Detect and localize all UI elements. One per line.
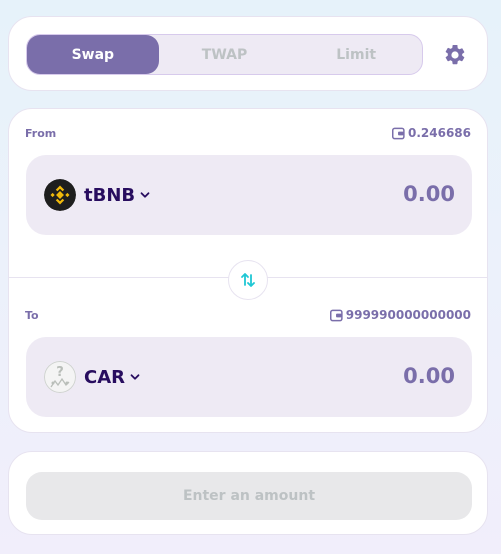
enter-amount-button[interactable]: Enter an amount: [26, 472, 472, 520]
tab-swap[interactable]: Swap: [27, 35, 159, 74]
to-amount-input[interactable]: 0.00: [403, 364, 455, 388]
switch-tokens-button[interactable]: [228, 260, 268, 300]
order-type-card: Swap TWAP Limit: [8, 16, 488, 91]
wallet-icon: [329, 309, 343, 321]
swap-card: From 0.246686 tBNB 0.00 To 9999900000000…: [8, 108, 488, 433]
from-input-box[interactable]: tBNB 0.00: [26, 155, 472, 235]
wallet-icon: [391, 127, 405, 139]
swap-arrows-icon: [241, 273, 255, 287]
chevron-down-icon: [130, 374, 140, 380]
tab-twap[interactable]: TWAP: [159, 35, 291, 74]
to-token-select[interactable]: ? CAR: [44, 361, 141, 393]
from-balance-value: 0.246686: [407, 126, 471, 140]
to-input-box[interactable]: ? CAR 0.00: [26, 337, 472, 417]
to-label: To: [25, 309, 39, 322]
order-type-tabs: Swap TWAP Limit: [26, 34, 423, 75]
chevron-down-icon: [140, 192, 150, 198]
from-token-symbol: tBNB: [84, 184, 136, 206]
from-balance: 0.246686: [391, 126, 471, 140]
from-amount-input[interactable]: 0.00: [403, 182, 455, 206]
from-label: From: [25, 127, 57, 140]
from-token-select[interactable]: tBNB: [44, 179, 151, 211]
unknown-token-icon: ?: [44, 361, 76, 393]
to-token-symbol: CAR: [84, 366, 126, 388]
to-balance: 999990000000000: [329, 308, 471, 322]
tab-limit[interactable]: Limit: [290, 35, 422, 74]
to-balance-value: 999990000000000: [345, 308, 471, 322]
gear-icon[interactable]: [443, 43, 467, 67]
svg-text:?: ?: [56, 365, 64, 380]
action-card: Enter an amount: [8, 451, 488, 535]
bnb-logo-icon: [44, 179, 76, 211]
